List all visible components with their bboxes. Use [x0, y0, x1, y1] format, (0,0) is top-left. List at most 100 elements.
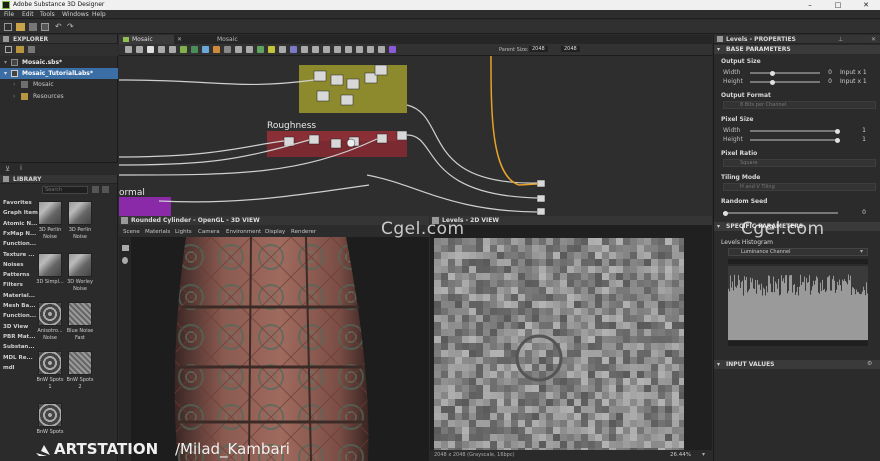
library-thumbnail[interactable] [38, 253, 62, 277]
save-all-icon[interactable] [41, 23, 49, 31]
library-category-item[interactable]: FxMap N... [3, 230, 36, 239]
2d-view-panel[interactable]: Levels - 2D VIEW 2048 x 2048 (Grayscale,… [430, 216, 712, 461]
library-category-item[interactable]: Filters [3, 281, 23, 290]
library-thumbnail[interactable] [38, 302, 62, 326]
menu-file[interactable]: File [4, 11, 14, 18]
menu-help[interactable]: Help [92, 11, 106, 18]
library-category-item[interactable]: 3D View [3, 323, 28, 332]
input-values-section[interactable]: INPUT VALUES [714, 360, 880, 369]
graph-view[interactable]: Roughness ormal [119, 35, 712, 216]
tree-item-mosaic-graph[interactable]: › Mosaic [0, 79, 118, 90]
save-icon[interactable] [29, 23, 37, 31]
library-category-item[interactable]: Function... [3, 312, 36, 321]
graph-tool-icon[interactable] [169, 46, 176, 53]
open-folder-icon[interactable] [16, 23, 25, 31]
pixel-height-slider[interactable] [750, 137, 840, 143]
output-size-dropdown[interactable]: 2048 [561, 46, 580, 52]
pin-icon[interactable]: ⊥ [838, 36, 843, 43]
graph-tool-icon[interactable] [323, 46, 330, 53]
filter-icon[interactable]: ⊻ [5, 165, 10, 173]
library-category-item[interactable]: Substan... [3, 343, 35, 352]
library-category-item[interactable]: Favorites [3, 199, 32, 208]
graph-tool-icon[interactable] [235, 46, 242, 53]
3d-menu-renderer[interactable]: Renderer [291, 229, 316, 235]
library-thumbnail[interactable] [38, 351, 62, 375]
graph-tool-icon[interactable] [147, 46, 154, 53]
panel-splitter[interactable]: ⊻ i [0, 162, 118, 175]
collapse-arrow-icon[interactable]: ▾ [4, 57, 7, 68]
tree-item-mosaic-tutorial[interactable]: ▾ Mosaic_TutorialLabs* [0, 68, 118, 79]
library-category-item[interactable]: Material... [3, 292, 35, 301]
section-collapse-icon[interactable]: ▾ [717, 361, 720, 368]
graph-tool-icon[interactable] [301, 46, 308, 53]
library-category-item[interactable]: Noises [3, 261, 24, 270]
3d-view-panel[interactable]: Rounded Cylinder - OpenGL - 3D VIEW Scen… [119, 216, 429, 461]
graph-tool-icon[interactable] [213, 46, 220, 53]
section-collapse-icon[interactable]: ▾ [717, 223, 720, 230]
panel-close-icon[interactable]: ✕ [871, 36, 876, 43]
output-format-dropdown[interactable]: 8 Bits per Channel [723, 101, 876, 109]
new-file-icon[interactable] [4, 23, 12, 31]
graph-canvas[interactable]: Roughness ormal [119, 35, 712, 216]
new-package-icon[interactable] [5, 46, 12, 53]
input-range-bar[interactable] [728, 259, 868, 264]
save-package-icon[interactable] [28, 46, 35, 53]
graph-tool-icon[interactable] [290, 46, 297, 53]
output-width-relative[interactable]: Input x 1 [840, 69, 867, 76]
graph-tool-icon[interactable] [246, 46, 253, 53]
3d-menu-scene[interactable]: Scene [123, 229, 140, 235]
redo-icon[interactable]: ↷ [67, 22, 74, 31]
graph-tool-icon[interactable] [224, 46, 231, 53]
3d-menu-camera[interactable]: Camera [198, 229, 220, 235]
menu-windows[interactable]: Windows [62, 11, 89, 18]
graph-tool-icon[interactable] [202, 46, 209, 53]
tiling-mode-dropdown[interactable]: H and V Tiling [723, 183, 876, 191]
library-thumbnail[interactable] [38, 403, 62, 427]
library-view-icon[interactable] [102, 186, 109, 193]
library-category-item[interactable]: PBR Mat... [3, 333, 35, 342]
tree-item-resources[interactable]: › Resources [0, 91, 118, 102]
undo-icon[interactable]: ↶ [55, 22, 62, 31]
pixel-ratio-dropdown[interactable]: Square [723, 159, 876, 167]
library-search-input[interactable]: Search [42, 186, 88, 194]
library-category-item[interactable]: mdl [3, 364, 15, 373]
library-thumbnail[interactable] [38, 201, 62, 225]
graph-tool-icon[interactable] [334, 46, 341, 53]
graph-tool-icon[interactable] [367, 46, 374, 53]
library-filter-icon[interactable] [92, 186, 99, 193]
open-package-icon[interactable] [16, 46, 24, 53]
collapse-arrow-icon[interactable]: ▾ [4, 68, 7, 79]
library-thumbnail[interactable] [68, 351, 92, 375]
camera-icon[interactable] [122, 245, 129, 251]
dropdown-arrow-icon[interactable]: ▾ [860, 248, 863, 255]
graph-tool-icon[interactable] [378, 46, 385, 53]
graph-tool-icon[interactable] [345, 46, 352, 53]
graph-tool-icon[interactable] [312, 46, 319, 53]
info-icon[interactable]: i [20, 164, 22, 172]
library-category-item[interactable]: Function... [3, 240, 36, 249]
expand-arrow-icon[interactable]: › [13, 79, 15, 90]
expand-arrow-icon[interactable]: › [13, 91, 15, 102]
graph-tool-icon[interactable] [136, 46, 143, 53]
library-category-item[interactable]: Atomic N... [3, 220, 37, 229]
graph-tool-icon[interactable] [279, 46, 286, 53]
random-seed-slider[interactable] [723, 210, 838, 216]
tab-mosaic-2[interactable]: Mosaic [204, 35, 249, 44]
library-thumbnail[interactable] [68, 201, 92, 225]
3d-menu-environment[interactable]: Environment [226, 229, 261, 235]
levels-histogram[interactable] [728, 266, 868, 340]
output-height-relative[interactable]: Input x 1 [840, 78, 867, 85]
maximize-button[interactable]: □ [824, 0, 852, 10]
base-parameters-section[interactable]: BASE PARAMETERS [714, 45, 880, 54]
menu-edit[interactable]: Edit [22, 11, 34, 18]
section-collapse-icon[interactable]: ▾ [717, 46, 720, 53]
graph-tool-icon[interactable] [257, 46, 264, 53]
graph-tool-icon[interactable] [191, 46, 198, 53]
graph-tool-icon[interactable] [125, 46, 132, 53]
library-category-item[interactable]: Graph Items [3, 209, 41, 218]
graph-tool-icon[interactable] [389, 46, 396, 53]
graph-tool-icon[interactable] [356, 46, 363, 53]
output-width-slider[interactable] [750, 70, 820, 76]
light-icon[interactable] [122, 257, 128, 264]
library-category-item[interactable]: Texture ... [3, 251, 34, 260]
